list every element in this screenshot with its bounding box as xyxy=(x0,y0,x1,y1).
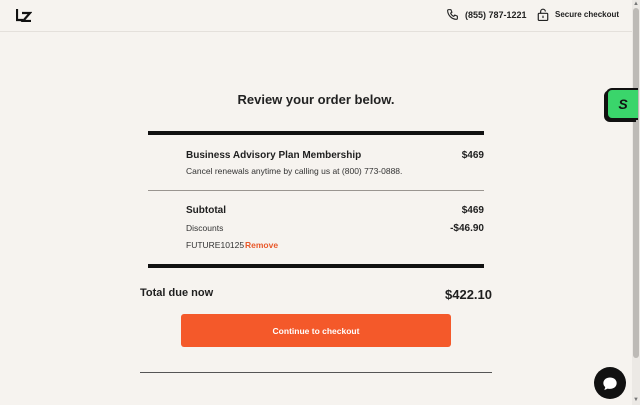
discounts-label: Discounts xyxy=(186,223,224,233)
remove-promo-link[interactable]: Remove xyxy=(245,240,278,250)
scrollbar-thumb[interactable] xyxy=(633,8,639,358)
subtotal-label: Subtotal xyxy=(186,205,226,216)
lock-icon xyxy=(537,8,549,21)
secure-checkout-label: Secure checkout xyxy=(555,10,620,19)
item-name: Business Advisory Plan Membership xyxy=(186,150,362,161)
scroll-up-icon[interactable]: ▲ xyxy=(633,1,639,7)
continue-to-checkout-button[interactable]: Continue to checkout xyxy=(181,314,451,347)
phone-icon xyxy=(447,9,458,20)
divider-top xyxy=(148,131,484,135)
scroll-down-icon[interactable]: ▼ xyxy=(633,397,639,403)
chat-button[interactable] xyxy=(594,367,626,399)
secure-checkout: Secure checkout xyxy=(537,8,619,21)
scrollbar[interactable]: ▲ ▼ xyxy=(632,0,640,405)
discounts-value: -$46.90 xyxy=(450,223,484,234)
phone-link[interactable]: (855) 787-1221 xyxy=(446,8,527,21)
phone-number: (855) 787-1221 xyxy=(465,9,527,20)
logo-icon xyxy=(15,9,33,23)
footer-divider xyxy=(140,372,492,373)
divider-middle xyxy=(148,190,484,191)
page-title: Review your order below. xyxy=(237,92,395,107)
header: (855) 787-1221 Secure checkout xyxy=(0,0,632,32)
subtotal-value: $469 xyxy=(461,205,484,216)
item-price: $469 xyxy=(461,150,484,161)
chat-icon xyxy=(603,377,617,390)
item-description: Cancel renewals anytime by calling us at… xyxy=(186,166,403,176)
total-label: Total due now xyxy=(140,287,214,299)
total-value: $422.10 xyxy=(445,287,492,302)
divider-bottom xyxy=(148,264,484,268)
promo-code: FUTURE10125 xyxy=(186,240,245,250)
logo[interactable] xyxy=(15,8,33,25)
